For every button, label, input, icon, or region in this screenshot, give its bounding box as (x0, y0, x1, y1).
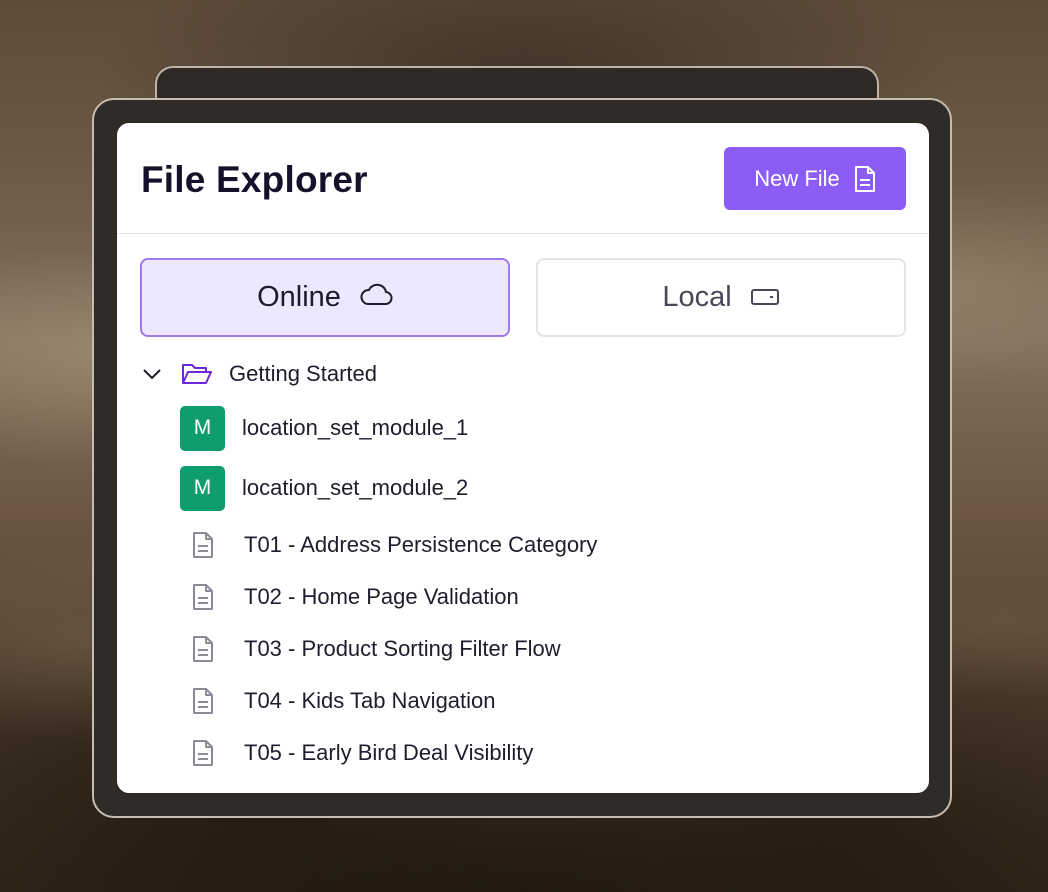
tab-local-label: Local (662, 281, 732, 313)
test-file-label: T01 - Address Persistence Category (244, 532, 598, 557)
test-file-label: T03 - Product Sorting Filter Flow (244, 636, 561, 661)
module-badge: M (180, 465, 225, 511)
test-file-item[interactable]: T03 - Product Sorting Filter Flow (180, 626, 561, 672)
folder-label: Getting Started (229, 361, 377, 386)
test-file-label: T04 - Kids Tab Navigation (244, 688, 496, 713)
new-file-button[interactable]: New File (724, 147, 906, 210)
tab-online[interactable]: Online (140, 258, 510, 337)
test-file-item[interactable]: T02 - Home Page Validation (180, 574, 519, 620)
test-file-item[interactable]: T01 - Address Persistence Category (180, 522, 597, 568)
panel-header: File Explorer New File (117, 123, 929, 234)
module-item[interactable]: M location_set_module_2 (180, 465, 468, 511)
file-icon (854, 165, 876, 193)
storage-tabs: Online Local (140, 258, 906, 338)
folder-getting-started[interactable]: Getting Started (141, 355, 377, 393)
new-file-label: New File (754, 165, 840, 191)
test-file-item[interactable]: T04 - Kids Tab Navigation (180, 678, 496, 724)
document-icon (180, 687, 225, 715)
test-file-label: T05 - Early Bird Deal Visibility (244, 740, 534, 765)
document-icon (180, 739, 225, 767)
drive-icon (750, 281, 780, 314)
tab-online-label: Online (257, 281, 341, 313)
cloud-icon (359, 281, 393, 314)
document-icon (180, 583, 225, 611)
module-badge: M (180, 405, 225, 451)
file-explorer-panel: File Explorer New File Online Local Gett… (117, 123, 929, 793)
tab-local[interactable]: Local (536, 258, 906, 337)
module-label: location_set_module_2 (242, 475, 469, 500)
module-label: location_set_module_1 (242, 415, 469, 440)
folder-open-icon (181, 361, 213, 387)
chevron-down-icon[interactable] (141, 367, 163, 381)
module-item[interactable]: M location_set_module_1 (180, 405, 468, 451)
test-file-item[interactable]: T05 - Early Bird Deal Visibility (180, 730, 533, 776)
page-title: File Explorer (141, 159, 368, 200)
document-icon (180, 635, 225, 663)
test-file-label: T02 - Home Page Validation (244, 584, 519, 609)
document-icon (180, 531, 225, 559)
